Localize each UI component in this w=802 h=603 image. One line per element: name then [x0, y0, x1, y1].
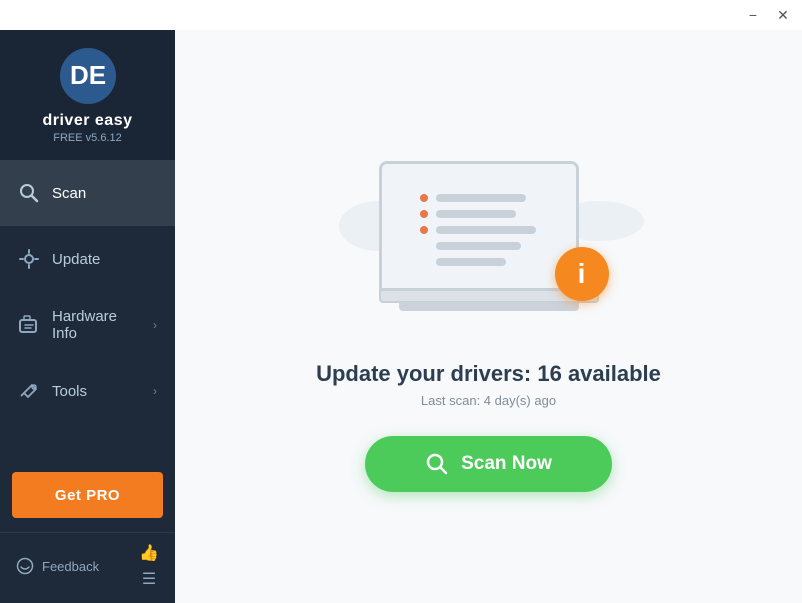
- screen-line-2: [436, 210, 516, 218]
- list-icon[interactable]: ☰: [142, 569, 156, 589]
- main-area: i Update your drivers: 16 available Last…: [175, 30, 802, 603]
- sidebar-item-tools[interactable]: Tools ›: [0, 358, 175, 424]
- screen-line-5: [436, 258, 506, 266]
- sidebar-item-update-label: Update: [52, 251, 100, 268]
- sidebar-item-hardware-info-label: Hardware Info: [52, 308, 141, 342]
- scan-now-label: Scan Now: [461, 453, 552, 475]
- update-icon: [18, 248, 40, 270]
- thumbs-up-icon[interactable]: 👍: [139, 543, 159, 563]
- illustration: i: [329, 141, 649, 341]
- app-logo: DE: [60, 48, 116, 104]
- app-name: driver easy: [42, 112, 132, 130]
- sidebar-item-scan-label: Scan: [52, 185, 86, 202]
- sidebar-item-tools-label: Tools: [52, 383, 87, 400]
- sidebar-footer: Feedback 👍 ☰: [0, 532, 175, 603]
- screen-dot-2: [420, 210, 428, 218]
- laptop-stand: [399, 303, 579, 311]
- tools-chevron-icon: ›: [153, 384, 157, 398]
- nav-items: Scan Update: [0, 160, 175, 462]
- screen-line-4: [436, 242, 521, 250]
- close-button[interactable]: ✕: [774, 6, 792, 24]
- app-window: − ✕ DE driver easy FREE v5.6.12: [0, 0, 802, 603]
- sidebar-item-scan[interactable]: Scan: [0, 160, 175, 226]
- screen-dot-3: [420, 226, 428, 234]
- svg-text:DE: DE: [69, 60, 105, 90]
- sidebar: DE driver easy FREE v5.6.12 Scan: [0, 30, 175, 603]
- footer-icons: 👍 ☰: [139, 543, 159, 589]
- tools-icon: [18, 380, 40, 402]
- laptop-screen: [379, 161, 579, 291]
- scan-now-icon: [425, 452, 449, 476]
- laptop-screen-inner: [382, 164, 576, 288]
- screen-line-1: [436, 194, 526, 202]
- title-bar: − ✕: [0, 0, 802, 30]
- scan-now-button[interactable]: Scan Now: [365, 436, 612, 492]
- screen-dot-1: [420, 194, 428, 202]
- feedback-icon: [16, 557, 34, 575]
- main-headline: Update your drivers: 16 available: [316, 361, 661, 387]
- get-pro-button[interactable]: Get PRO: [12, 472, 163, 518]
- hardware-info-icon: [18, 314, 40, 336]
- screen-line-3: [436, 226, 536, 234]
- minimize-button[interactable]: −: [744, 6, 762, 24]
- last-scan-text: Last scan: 4 day(s) ago: [421, 393, 556, 408]
- sidebar-header: DE driver easy FREE v5.6.12: [0, 30, 175, 160]
- info-badge-text: i: [578, 258, 586, 290]
- sidebar-item-hardware-info[interactable]: Hardware Info ›: [0, 292, 175, 358]
- feedback-item[interactable]: Feedback: [16, 557, 99, 575]
- scan-icon: [18, 182, 40, 204]
- app-version: FREE v5.6.12: [53, 132, 121, 144]
- hardware-info-chevron-icon: ›: [153, 318, 157, 332]
- main-content: DE driver easy FREE v5.6.12 Scan: [0, 30, 802, 603]
- feedback-label: Feedback: [42, 559, 99, 574]
- sidebar-item-update[interactable]: Update: [0, 226, 175, 292]
- info-badge: i: [555, 247, 609, 301]
